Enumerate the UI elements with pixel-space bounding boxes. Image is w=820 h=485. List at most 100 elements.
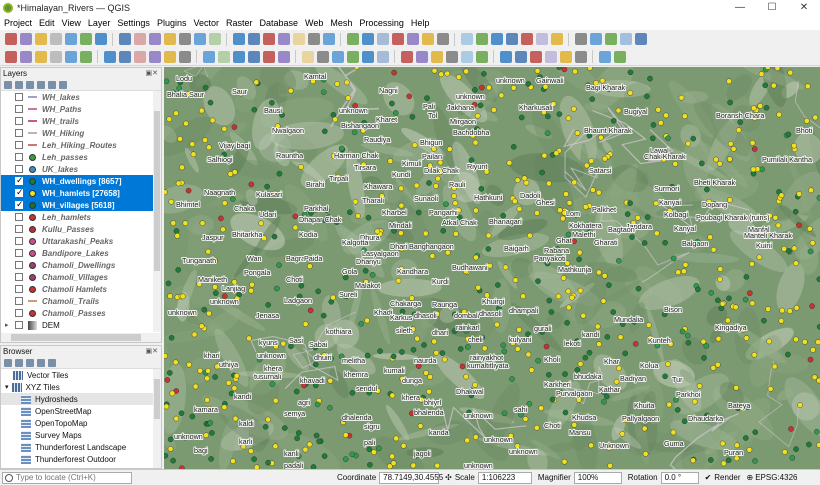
layer-visibility-checkbox[interactable]	[15, 187, 24, 198]
layer-item[interactable]: WH_Paths	[1, 103, 161, 115]
menu-mesh[interactable]: Mesh	[330, 18, 352, 28]
menu-project[interactable]: Project	[4, 18, 32, 28]
browser-item[interactable]: Thunderforest Outdoor	[1, 453, 161, 465]
render-checkbox[interactable]: ✔	[705, 473, 712, 482]
coordinate-field[interactable]: 78.7149,30.4555	[379, 471, 443, 484]
save-as-icon[interactable]	[535, 33, 548, 45]
layout-manager-icon[interactable]	[574, 33, 587, 45]
new-project-icon[interactable]	[4, 50, 17, 63]
browser-item[interactable]: Hydrosheds	[1, 393, 161, 405]
layer-item[interactable]: WH_trails	[1, 115, 161, 127]
new-project-icon[interactable]	[490, 33, 503, 45]
expand-all-icon[interactable]	[37, 80, 45, 89]
browser-vertical-scrollbar[interactable]	[153, 369, 161, 468]
zoom-native-icon[interactable]	[247, 50, 260, 63]
save-as-icon[interactable]	[49, 33, 62, 45]
layer-item[interactable]: Chamoli_Dwellings	[1, 259, 161, 271]
pan-icon[interactable]	[619, 33, 632, 45]
add-selected-layers-icon[interactable]	[15, 358, 23, 367]
statistics-icon[interactable]	[430, 50, 443, 63]
scale-lock-icon[interactable]: ✣	[445, 473, 452, 482]
layer-item[interactable]: Uttarakashi_Peaks	[1, 235, 161, 247]
open-project-icon[interactable]	[19, 50, 32, 63]
locator-input[interactable]	[16, 473, 126, 482]
select-icon[interactable]	[361, 33, 374, 45]
filter-legend-icon[interactable]	[26, 80, 34, 89]
layer-item[interactable]: WH_villages [5618]	[1, 199, 161, 211]
zoom-next-icon[interactable]	[277, 50, 290, 63]
plugin-icon[interactable]	[613, 50, 626, 63]
pan-to-selection-icon[interactable]	[634, 33, 647, 45]
filter-browser-icon[interactable]	[26, 358, 34, 367]
new-project-icon[interactable]	[499, 50, 512, 63]
layer-visibility-checkbox[interactable]	[15, 309, 23, 317]
zoom-layer-icon[interactable]	[232, 33, 245, 45]
layer-visibility-checkbox[interactable]	[15, 175, 24, 186]
temporal-icon[interactable]	[307, 33, 320, 45]
menu-plugins[interactable]: Plugins	[157, 18, 187, 28]
layout-manager-icon[interactable]	[79, 50, 92, 63]
menu-help[interactable]: Help	[411, 18, 430, 28]
layer-visibility-checkbox[interactable]	[15, 285, 23, 293]
open-project-icon[interactable]	[19, 33, 32, 45]
layer-item[interactable]: Bandipore_Lakes	[1, 247, 161, 259]
browser-item[interactable]: ▾ XYZ Tiles	[1, 381, 161, 393]
statistics-icon[interactable]	[421, 33, 434, 45]
print-layout-icon[interactable]	[64, 50, 77, 63]
save-project-icon[interactable]	[529, 50, 542, 63]
field-calc-icon[interactable]	[415, 50, 428, 63]
layout-manager-icon[interactable]	[574, 50, 587, 63]
zoom-selection-icon[interactable]	[217, 50, 230, 63]
style-manager-icon[interactable]	[4, 80, 12, 89]
zoom-native-icon[interactable]	[247, 33, 260, 45]
print-layout-icon[interactable]	[64, 33, 77, 45]
layer-item[interactable]: WH_dwellings [8657]	[1, 175, 161, 187]
attribute-table-icon[interactable]	[391, 33, 404, 45]
menu-view[interactable]: View	[62, 18, 81, 28]
attribute-table-icon[interactable]	[400, 50, 413, 63]
zoom-next-icon[interactable]	[277, 33, 290, 45]
menu-web[interactable]: Web	[305, 18, 323, 28]
layer-visibility-checkbox[interactable]	[15, 165, 23, 173]
save-project-icon[interactable]	[520, 33, 533, 45]
style-manager-icon[interactable]	[589, 33, 602, 45]
layer-item[interactable]: Leh_hamlets	[1, 211, 161, 223]
layer-item[interactable]: Leh_Hiking_Routes	[1, 139, 161, 151]
annotation-icon[interactable]	[460, 33, 473, 45]
plugin-icon[interactable]	[604, 33, 617, 45]
add-group-icon[interactable]	[15, 80, 23, 89]
deselect-icon[interactable]	[376, 50, 389, 63]
layer-visibility-checkbox[interactable]	[15, 153, 23, 161]
crs-globe-icon[interactable]: ⊕	[747, 473, 754, 482]
zoom-selection-icon[interactable]	[208, 33, 221, 45]
refresh-icon[interactable]	[4, 358, 12, 367]
menu-processing[interactable]: Processing	[359, 18, 404, 28]
zoom-layer-icon[interactable]	[232, 50, 245, 63]
layer-visibility-checkbox[interactable]	[15, 93, 23, 101]
menu-layer[interactable]: Layer	[88, 18, 111, 28]
layer-visibility-checkbox[interactable]	[15, 105, 23, 113]
layer-item[interactable]: Chamoli_Passes	[1, 307, 161, 319]
zoom-last-icon[interactable]	[262, 33, 275, 45]
layer-item[interactable]: UK_lakes	[1, 163, 161, 175]
locator-bar[interactable]	[2, 471, 132, 484]
identify-icon[interactable]	[346, 33, 359, 45]
menu-raster[interactable]: Raster	[226, 18, 253, 28]
layer-item[interactable]: WH_Hiking	[1, 127, 161, 139]
zoom-out-icon[interactable]	[178, 50, 191, 63]
layer-item[interactable]: Chamoli_Trails	[1, 295, 161, 307]
layer-visibility-checkbox[interactable]	[15, 273, 23, 281]
panel-float-close-icon[interactable]: ▣✕	[146, 68, 158, 79]
temporal-icon[interactable]	[316, 50, 329, 63]
zoom-out-icon[interactable]	[178, 33, 191, 45]
layers-horizontal-scrollbar[interactable]	[1, 333, 161, 342]
plugin-icon[interactable]	[118, 33, 131, 45]
style-manager-icon[interactable]	[598, 50, 611, 63]
menu-database[interactable]: Database	[260, 18, 299, 28]
save-as-icon[interactable]	[544, 50, 557, 63]
collapse-all-icon[interactable]	[48, 80, 56, 89]
layer-item[interactable]: Kullu_Passes	[1, 223, 161, 235]
browser-item[interactable]: OpenStreetMap	[1, 405, 161, 417]
menu-settings[interactable]: Settings	[117, 18, 150, 28]
close-button[interactable]: ✕	[788, 0, 820, 16]
